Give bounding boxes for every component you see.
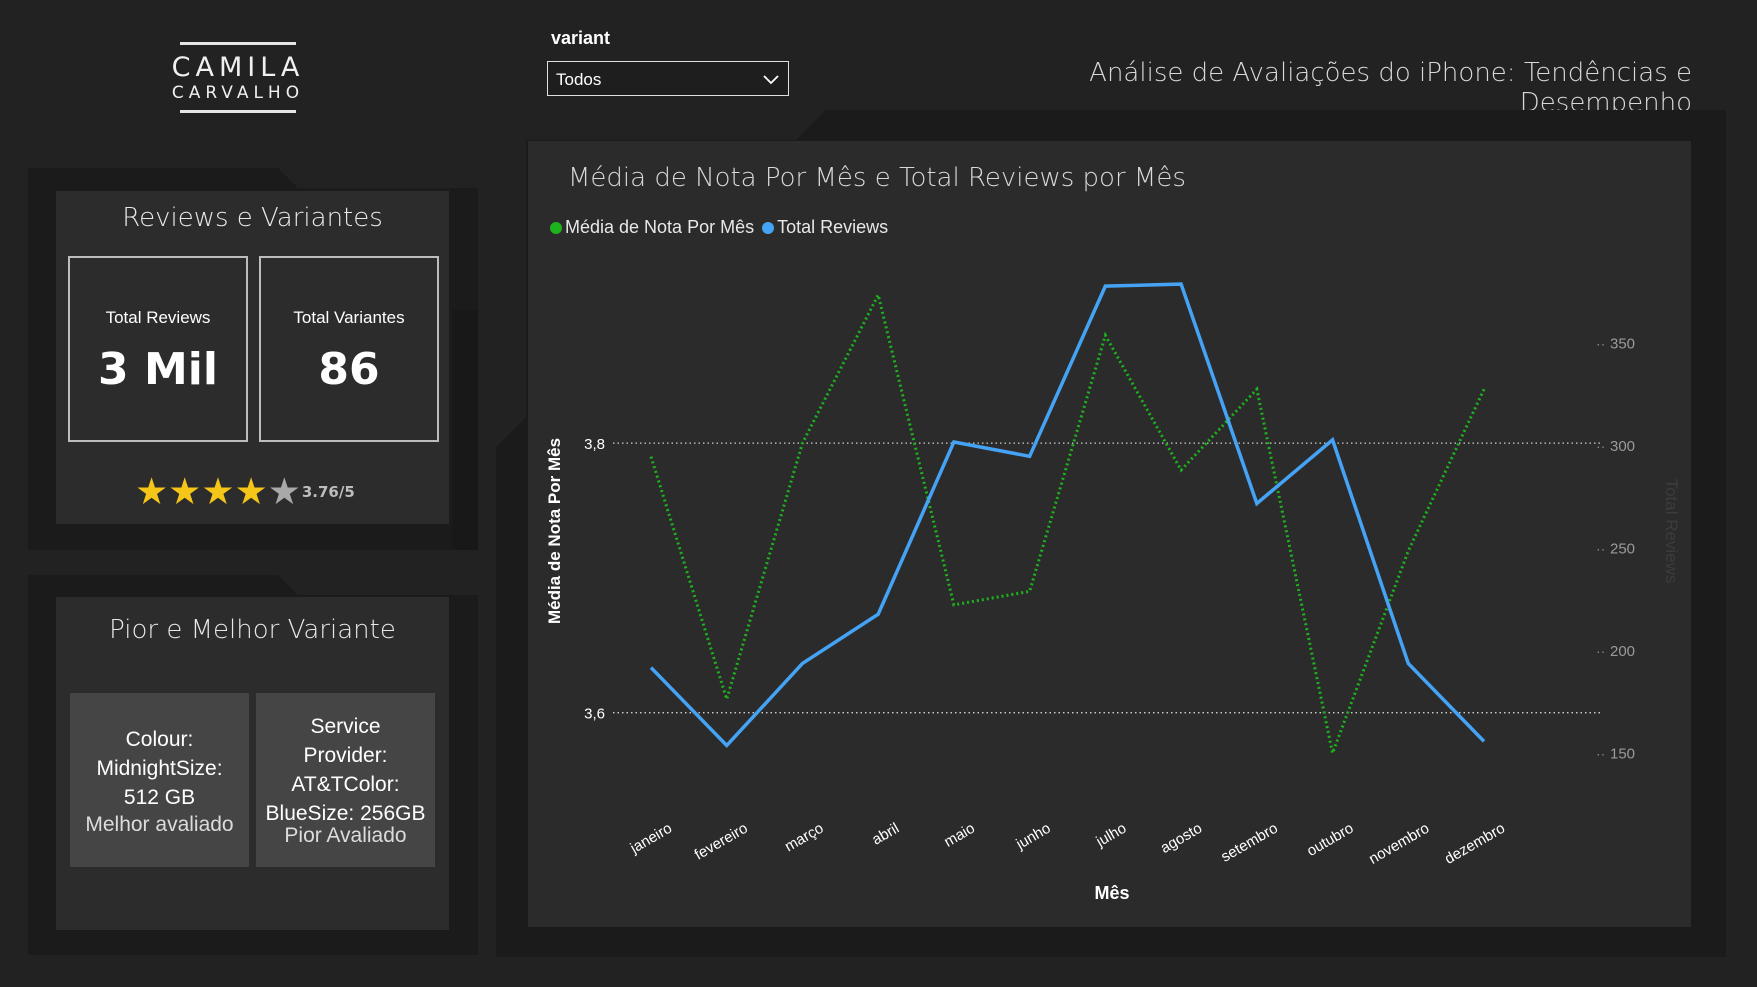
total-variants-value: 86 xyxy=(318,344,380,395)
variant-slicer-label: variant xyxy=(551,28,611,48)
reviews-panel-title: Reviews e Variantes xyxy=(122,203,383,233)
line-chart[interactable]: 3,6 3,8 ·· 150 ·· 200 ·· 250 ·· 300 ·· 350 janeiro fe… xyxy=(528,141,1691,927)
y2-tick-label: 350 xyxy=(1610,336,1635,353)
x-axis-title: Mês xyxy=(1094,883,1129,903)
worst-variant-card: Service Provider: AT&TColor: BlueSize: 2… xyxy=(256,693,435,867)
x-tick-label: março xyxy=(782,820,827,856)
rating-text: 3.76/5 xyxy=(301,482,355,501)
best-variant-line: Colour: xyxy=(125,728,194,751)
variant-panel: Pior e Melhor Variante Colour: MidnightS… xyxy=(56,597,449,930)
y2-tick-label: 200 xyxy=(1610,643,1635,660)
chevron-down-icon xyxy=(763,75,779,85)
x-tick-label: janeiro xyxy=(627,820,675,858)
total-reviews-value: 3 Mil xyxy=(98,344,218,395)
variant-panel-title: Pior e Melhor Variante xyxy=(109,615,396,645)
x-tick-label: novembro xyxy=(1366,820,1432,868)
y-tick-label: 3,6 xyxy=(584,706,605,723)
y-tick-label: 3,8 xyxy=(584,436,605,453)
variant-dropdown[interactable]: Todos xyxy=(547,61,789,96)
y2-tick-dots: ·· xyxy=(1596,643,1605,659)
total-reviews-label: Total Reviews xyxy=(105,308,211,327)
star-empty-icon: ★ xyxy=(267,470,301,513)
variant-dropdown-value: Todos xyxy=(556,70,602,89)
best-variant-line: 512 GB xyxy=(123,786,196,809)
x-tick-label: junho xyxy=(1012,820,1053,854)
y2-tick-dots: ·· xyxy=(1596,336,1605,352)
y2-tick-label: 300 xyxy=(1610,438,1635,455)
worst-variant-line: Provider: xyxy=(303,744,388,767)
logo-line2: CARVALHO xyxy=(171,83,305,103)
star-icon: ★ xyxy=(168,470,202,513)
total-variants-card: Total Variantes 86 xyxy=(259,256,439,442)
x-tick-label: maio xyxy=(941,820,978,851)
star-icon: ★ xyxy=(201,470,235,513)
worst-variant-line: Service xyxy=(310,715,381,738)
best-variant-line: MidnightSize: xyxy=(96,757,223,780)
y2-tick-dots: ·· xyxy=(1596,438,1605,454)
logo-top-rule xyxy=(180,42,296,45)
worst-variant-line: AT&TColor: xyxy=(291,773,400,796)
y2-tick-dots: ·· xyxy=(1596,541,1605,557)
x-tick-label: abril xyxy=(869,820,902,849)
x-tick-label: fevereiro xyxy=(692,820,751,864)
total-variants-label: Total Variantes xyxy=(293,308,405,327)
y2-tick-label: 150 xyxy=(1610,746,1635,763)
best-variant-card: Colour: MidnightSize: 512 GB Melhor aval… xyxy=(70,693,249,867)
x-tick-label: setembro xyxy=(1218,820,1281,866)
reviews-panel-edge xyxy=(452,310,478,550)
x-tick-label: agosto xyxy=(1158,820,1206,857)
x-tick-label: julho xyxy=(1093,820,1130,851)
best-variant-caption: Melhor avaliado xyxy=(85,813,234,836)
y2-tick-label: 250 xyxy=(1610,541,1635,558)
y-axis-title: Média de Nota Por Mês xyxy=(545,438,564,624)
star-icon: ★ xyxy=(135,470,169,513)
star-rating: ★ ★ ★ ★ ★ 3.76/5 xyxy=(135,473,355,510)
y2-axis-title: Total Reviews xyxy=(1662,479,1681,584)
series-line-total-reviews xyxy=(649,282,1486,749)
x-tick-label: dezembro xyxy=(1442,820,1508,868)
logo: CAMILA CARVALHO xyxy=(158,40,318,115)
x-tick-label: outubro xyxy=(1304,820,1357,860)
star-icon: ★ xyxy=(234,470,268,513)
logo-bottom-rule xyxy=(180,110,296,113)
series-line-media-nota xyxy=(649,290,1486,759)
total-reviews-card: Total Reviews 3 Mil xyxy=(68,256,248,442)
page-title: Análise de Avaliações do iPhone: Tendênc… xyxy=(1089,58,1692,118)
logo-line1: CAMILA xyxy=(171,52,305,83)
y2-tick-dots: ·· xyxy=(1596,746,1605,762)
